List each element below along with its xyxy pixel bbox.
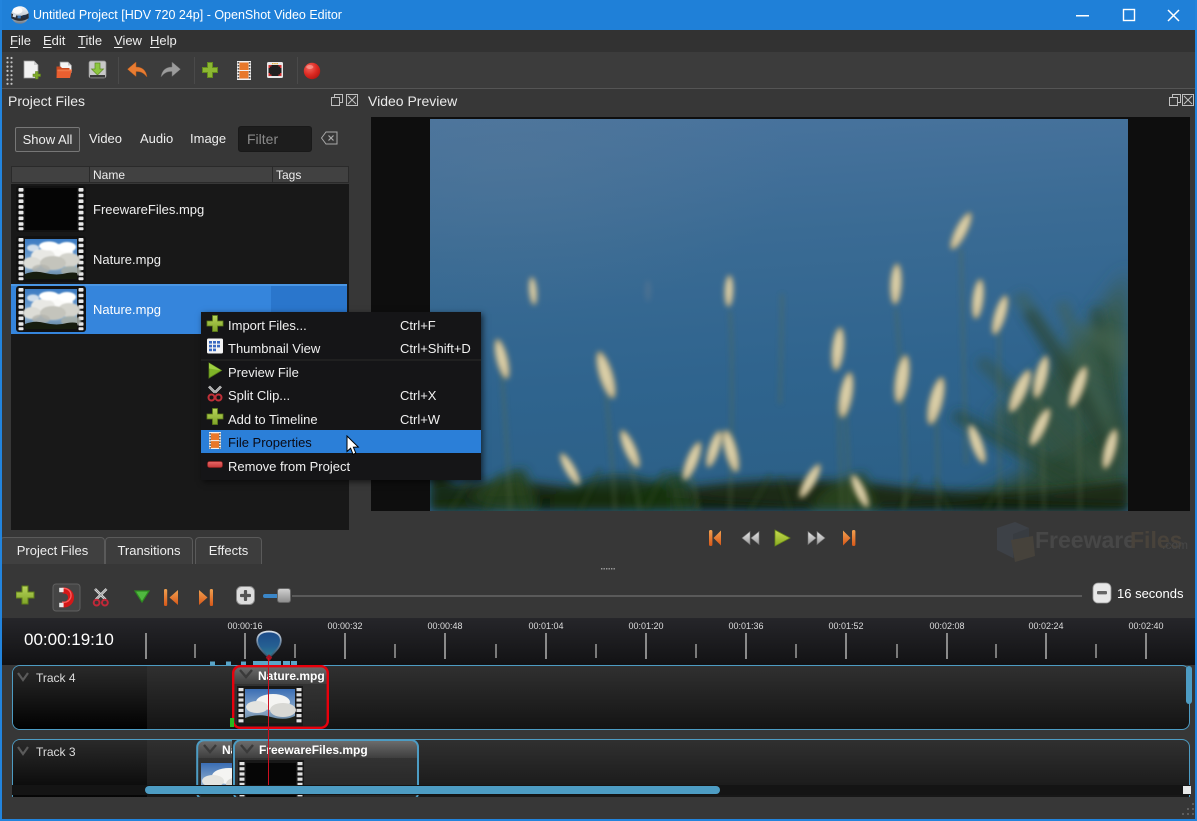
- svg-text:Ctrl+Shift+D: Ctrl+Shift+D: [400, 341, 471, 356]
- svg-text:.com: .com: [1162, 538, 1188, 552]
- svg-text:Nature.mpg: Nature.mpg: [93, 302, 161, 317]
- svg-text:Thumbnail View: Thumbnail View: [228, 341, 321, 356]
- svg-text:File Properties: File Properties: [228, 435, 312, 450]
- svg-text:Freeware: Freeware: [1035, 527, 1136, 553]
- svg-text:Ctrl+F: Ctrl+F: [400, 318, 436, 333]
- svg-text:Remove from Project: Remove from Project: [228, 459, 350, 474]
- svg-text:FreewareFiles.mpg: FreewareFiles.mpg: [259, 743, 368, 757]
- svg-text:Preview File: Preview File: [228, 365, 299, 380]
- svg-text:Split Clip...: Split Clip...: [228, 388, 290, 403]
- svg-text:Import Files...: Import Files...: [228, 318, 307, 333]
- svg-text:Nature.mpg: Nature.mpg: [93, 252, 161, 267]
- svg-text:Ctrl+X: Ctrl+X: [400, 388, 437, 403]
- svg-text:Nature.mpg: Nature.mpg: [222, 743, 232, 757]
- svg-text:Ctrl+W: Ctrl+W: [400, 412, 441, 427]
- svg-text:FreewareFiles.mpg: FreewareFiles.mpg: [93, 202, 204, 217]
- svg-text:Add to Timeline: Add to Timeline: [228, 412, 318, 427]
